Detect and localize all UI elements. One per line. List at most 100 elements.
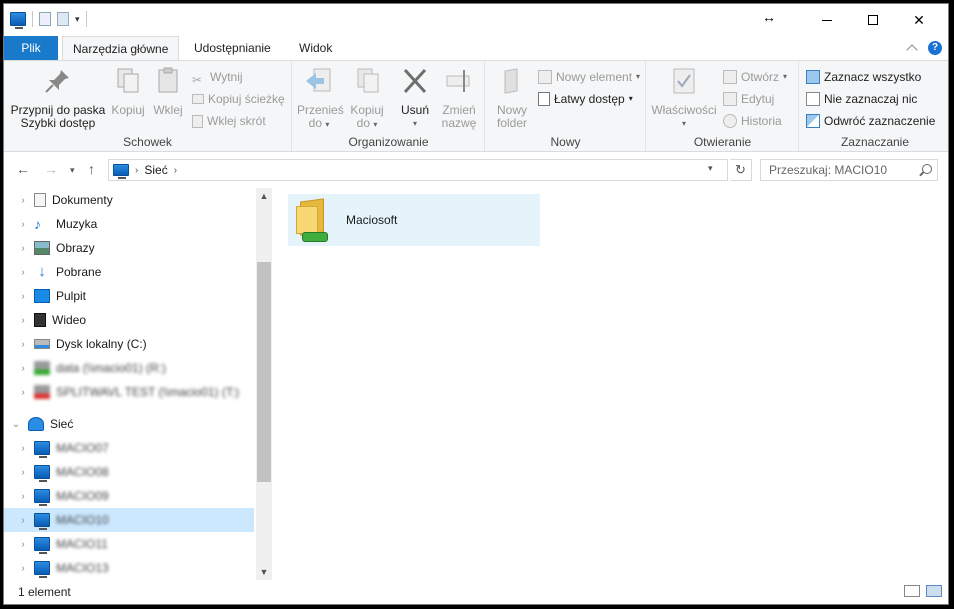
ribbon-tabs: Plik Narzędzia główne Udostępnianie Wido… xyxy=(4,36,948,60)
nav-item-computer-selected[interactable]: › MACIO10 xyxy=(4,508,254,532)
maximize-button[interactable] xyxy=(850,4,896,36)
delete-button[interactable]: Usuń ▾ xyxy=(395,67,435,130)
expand-icon[interactable]: › xyxy=(12,291,34,302)
expand-icon[interactable]: › xyxy=(12,315,34,326)
expand-icon[interactable]: › xyxy=(12,387,34,398)
customize-dropdown-icon[interactable]: ▾ xyxy=(75,14,80,25)
copy-button[interactable]: Kopiuj xyxy=(108,67,148,117)
nav-item-network-drive-t[interactable]: › SPLITWAVL TEST (\\macio01) (T:) xyxy=(4,380,254,404)
nav-item-local-disk[interactable]: › Dysk lokalny (C:) xyxy=(4,332,254,356)
invert-selection-button[interactable]: Odwróć zaznaczenie xyxy=(806,111,935,131)
history-icon xyxy=(723,114,737,128)
nav-item-desktop[interactable]: › Pulpit xyxy=(4,284,254,308)
invert-selection-icon xyxy=(806,114,820,128)
nav-item-computer[interactable]: › MACIO09 xyxy=(4,484,254,508)
scroll-thumb[interactable] xyxy=(257,262,271,482)
edit-button[interactable]: Edytuj xyxy=(723,89,774,109)
select-all-button[interactable]: Zaznacz wszystko xyxy=(806,67,921,87)
breadcrumb-chevron-icon[interactable]: › xyxy=(174,165,177,176)
copy-to-label-line2: do xyxy=(356,116,370,130)
collapse-icon[interactable]: ⌄ xyxy=(4,419,28,430)
paste-icon xyxy=(158,67,178,93)
expand-icon[interactable]: › xyxy=(12,195,34,206)
desktop-icon xyxy=(34,289,50,303)
minimize-button[interactable] xyxy=(804,4,850,36)
expand-icon[interactable]: › xyxy=(12,563,34,574)
cut-button[interactable]: ✂ Wytnij xyxy=(192,67,243,87)
nav-item-downloads[interactable]: › ↓ Pobrane xyxy=(4,260,254,284)
folder-item[interactable]: Maciosoft xyxy=(288,194,540,246)
computer-icon xyxy=(34,513,50,530)
history-button[interactable]: Historia xyxy=(723,111,782,131)
copy-path-button[interactable]: Kopiuj ścieżkę xyxy=(192,89,285,109)
search-input[interactable]: Przeszukaj: MACIO10 xyxy=(760,159,938,181)
nav-item-label: MACIO11 xyxy=(56,537,108,551)
refresh-icon: ↻ xyxy=(735,162,746,177)
expand-icon[interactable]: › xyxy=(12,539,34,550)
scroll-down-icon[interactable]: ▼ xyxy=(256,564,272,580)
nav-item-network[interactable]: ⌄ Sieć xyxy=(4,412,254,436)
nav-item-documents[interactable]: › Dokumenty xyxy=(4,188,254,212)
nav-item-computer[interactable]: › MACIO07 xyxy=(4,436,254,460)
easy-access-icon xyxy=(538,92,550,106)
properties-button[interactable]: Właściwości ▾ xyxy=(651,67,717,130)
expand-icon[interactable]: › xyxy=(12,443,34,454)
nav-item-computer[interactable]: › MACIO08 xyxy=(4,460,254,484)
expand-icon[interactable]: › xyxy=(12,491,34,502)
copy-to-button[interactable]: Kopiuj do ▾ xyxy=(345,67,389,131)
expand-icon[interactable]: › xyxy=(12,219,34,230)
expand-icon[interactable]: › xyxy=(12,267,34,278)
expand-icon[interactable]: › xyxy=(12,515,34,526)
pin-quick-access-button[interactable]: Przypnij do paska Szybki dostęp xyxy=(8,67,108,130)
tab-view[interactable]: Widok xyxy=(289,36,342,60)
close-button[interactable]: ✕ xyxy=(896,4,942,36)
move-to-button[interactable]: Przenieś do ▾ xyxy=(297,67,344,131)
properties-icon xyxy=(673,68,695,94)
tab-home[interactable]: Narzędzia główne xyxy=(62,36,180,60)
group-new: Nowy folder Nowy element ▾ Łatwy dostęp … xyxy=(486,61,646,151)
back-icon[interactable]: ← xyxy=(16,161,30,177)
expand-icon[interactable]: › xyxy=(12,467,34,478)
address-bar[interactable]: › Sieć › xyxy=(108,159,728,181)
collapse-ribbon-icon[interactable] xyxy=(906,44,918,56)
expand-icon[interactable]: › xyxy=(12,339,34,350)
paste-button[interactable]: Wklej xyxy=(150,67,186,117)
new-folder-button[interactable]: Nowy folder xyxy=(490,67,534,130)
breadcrumb-network[interactable]: Sieć xyxy=(144,163,167,177)
address-history-icon[interactable]: ▾ xyxy=(708,163,713,174)
open-dropdown-icon: ▾ xyxy=(783,72,788,81)
expand-icon[interactable]: › xyxy=(12,363,34,374)
easy-access-button[interactable]: Łatwy dostęp ▾ xyxy=(538,89,633,109)
nav-item-videos[interactable]: › Wideo xyxy=(4,308,254,332)
select-none-button[interactable]: Nie zaznaczaj nic xyxy=(806,89,917,109)
large-icons-view-icon[interactable] xyxy=(926,585,942,597)
tab-file[interactable]: Plik xyxy=(4,36,58,60)
forward-icon[interactable]: → xyxy=(44,161,58,177)
paste-shortcut-button[interactable]: Wklej skrót xyxy=(192,111,266,131)
nav-item-computer[interactable]: › MACIO11 xyxy=(4,532,254,556)
recent-locations-icon[interactable]: ▾ xyxy=(70,165,75,176)
maximize-icon xyxy=(868,15,878,25)
computer-icon[interactable] xyxy=(10,12,26,29)
copy-icon xyxy=(117,68,139,93)
help-icon[interactable]: ? xyxy=(928,41,942,55)
details-view-icon[interactable] xyxy=(904,585,920,597)
nav-scrollbar[interactable]: ▲ ▼ xyxy=(256,188,272,580)
expand-icon[interactable]: › xyxy=(12,243,34,254)
nav-item-computer[interactable]: › MACIO13 xyxy=(4,556,254,580)
title-bar: ▾ ↔ ✕ xyxy=(4,4,948,36)
open-button[interactable]: Otwórz ▾ xyxy=(723,67,787,87)
rename-button[interactable]: Zmień nazwę xyxy=(437,67,481,130)
scroll-up-icon[interactable]: ▲ xyxy=(256,188,272,204)
up-icon[interactable]: ↑ xyxy=(88,161,95,177)
new-item-icon xyxy=(538,70,552,84)
nav-item-network-drive-r[interactable]: › data (\\macio01) (R:) xyxy=(4,356,254,380)
new-folder-icon[interactable] xyxy=(57,12,69,26)
refresh-button[interactable]: ↻ xyxy=(730,159,752,181)
properties-dropdown-icon: ▾ xyxy=(681,119,686,128)
properties-icon[interactable] xyxy=(39,12,51,26)
tab-share[interactable]: Udostępnianie xyxy=(184,36,281,60)
new-item-button[interactable]: Nowy element ▾ xyxy=(538,67,640,87)
nav-item-music[interactable]: › ♪ Muzyka xyxy=(4,212,254,236)
nav-item-pictures[interactable]: › Obrazy xyxy=(4,236,254,260)
